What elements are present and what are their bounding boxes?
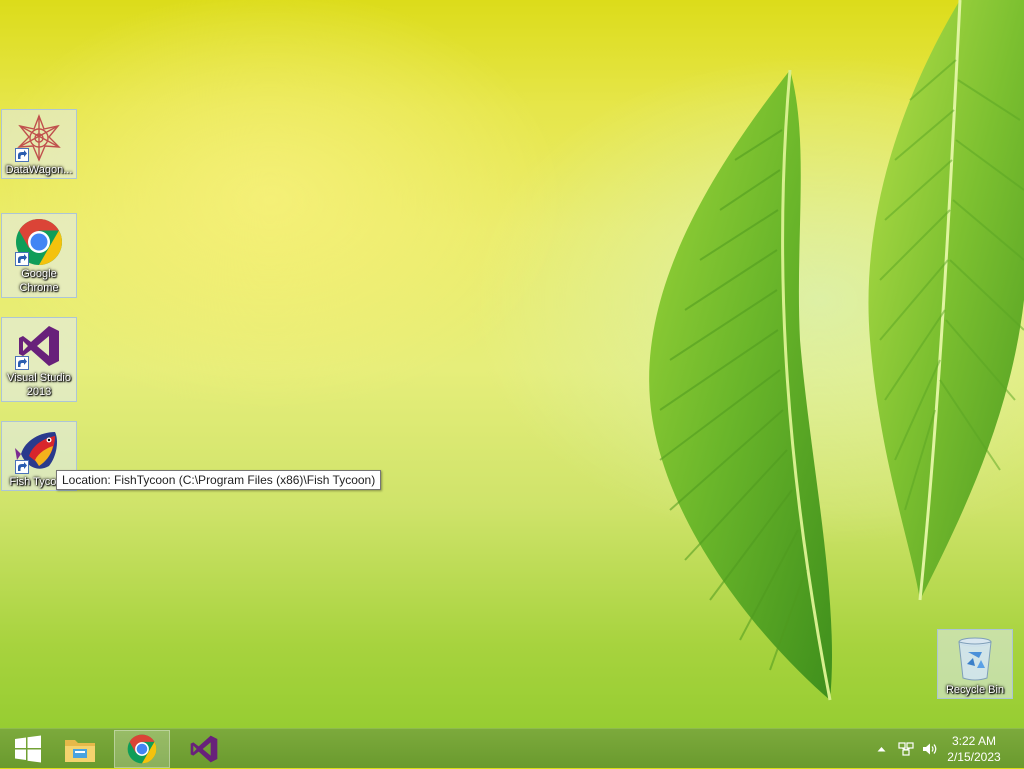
desktop-icon-label: Visual Studio 2013 [6,372,71,398]
taskbar[interactable]: 3:22 AM 2/15/2023 [0,728,1024,768]
taskbar-visual-studio[interactable] [176,730,232,768]
desktop-icon-google-chrome[interactable]: Google Chrome [1,213,77,298]
shortcut-arrow-icon [15,252,29,266]
wallpaper-leaf-left [560,40,880,730]
taskbar-file-explorer[interactable] [52,730,108,768]
shortcut-arrow-icon [15,356,29,370]
desktop-icon-visual-studio[interactable]: Visual Studio 2013 [1,317,77,402]
datawagon-icon [15,114,63,162]
desktop[interactable]: DataWagon... Google Chrome Visual Studio… [0,0,1024,728]
chevron-up-icon [877,747,885,752]
chrome-icon [127,734,157,764]
wallpaper-leaf-right [840,0,1024,620]
file-explorer-icon [65,740,95,762]
show-hidden-icons-button[interactable] [874,729,888,769]
taskbar-chrome[interactable] [114,730,170,768]
shortcut-arrow-icon [15,148,29,162]
network-tray-button[interactable] [896,729,916,769]
clock-date: 2/15/2023 [947,750,1001,764]
shortcut-arrow-icon [15,460,29,474]
desktop-icon-label: DataWagon... [5,164,73,176]
desktop-icon-label: Recycle Bin [945,684,1005,696]
network-icon [898,742,914,756]
visual-studio-icon [15,322,63,370]
start-button[interactable] [0,730,56,768]
desktop-icon-recycle-bin[interactable]: Recycle Bin [937,629,1013,699]
chrome-icon [15,218,63,266]
desktop-icon-label: Google Chrome [19,268,59,294]
windows-logo-icon [15,735,41,763]
fish-tycoon-icon [15,426,63,474]
visual-studio-icon [190,735,218,763]
taskbar-clock[interactable]: 3:22 AM 2/15/2023 [934,733,1014,765]
clock-time: 3:22 AM [951,734,997,748]
location-tooltip: Location: FishTycoon (C:\Program Files (… [56,470,382,490]
desktop-icon-datawagon[interactable]: DataWagon... [1,109,77,179]
recycle-bin-icon [951,634,999,682]
